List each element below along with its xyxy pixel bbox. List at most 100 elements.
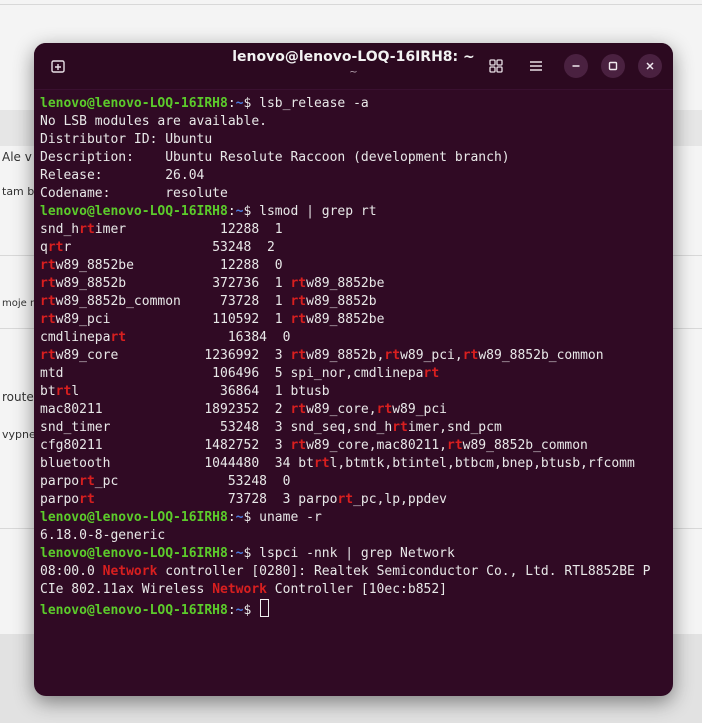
output-text: _pc,lp,ppdev (353, 492, 448, 507)
output-line: Description: Ubuntu Resolute Raccoon (de… (40, 149, 670, 167)
output-line: snd_hrtimer 12288 1 (40, 221, 670, 239)
grep-match: rt (40, 276, 56, 291)
grep-match: rt (40, 258, 56, 273)
output-text: 16384 0 (126, 330, 291, 345)
background-divider (0, 4, 702, 5)
title-bar[interactable]: lenovo@lenovo-LOQ-16IRH8: ~ ~ (34, 43, 673, 90)
output-text: bt (40, 384, 56, 399)
prompt-path: ~ (235, 546, 244, 561)
output-text: mac80211 1892352 2 (40, 402, 291, 417)
grep-match: Network (212, 582, 267, 597)
prompt-separator: : (227, 96, 236, 111)
output-text: w89_8852b_common (462, 438, 588, 453)
output-text: snd_timer 53248 3 snd_seq,snd_h (40, 420, 393, 435)
grep-match: rt (79, 474, 95, 489)
output-text: w89_pci (392, 402, 448, 417)
background-text: route (2, 390, 34, 404)
output-line: cmdlinepart 16384 0 (40, 329, 670, 347)
output-text: 08:00.0 (40, 564, 103, 579)
output-text: mtd 106496 5 spi_nor,cmdlinepa (40, 366, 424, 381)
output-line: cfg80211 1482752 3 rtw89_core,mac80211,r… (40, 437, 670, 455)
close-icon[interactable] (638, 54, 662, 78)
output-line: Codename: resolute (40, 185, 670, 203)
grep-match: rt (423, 366, 440, 381)
output-text: q (40, 240, 48, 255)
background-text: tam b (2, 185, 35, 198)
grep-match: rt (290, 312, 307, 327)
grep-match: rt (384, 348, 401, 363)
prompt-separator: : (227, 204, 236, 219)
output-line: btrtl 36864 1 btusb (40, 383, 670, 401)
grep-match: rt (290, 438, 307, 453)
output-line: snd_timer 53248 3 snd_seq,snd_hrtimer,sn… (40, 419, 670, 437)
grep-match: rt (290, 348, 307, 363)
output-line: 6.18.0-8-generic (40, 527, 670, 545)
grep-match: rt (313, 456, 330, 471)
output-line: bluetooth 1044480 34 btrtl,btmtk,btintel… (40, 455, 670, 473)
output-text: w89_8852b (306, 294, 377, 309)
grep-match: Network (102, 564, 158, 579)
output-text: Description: Ubuntu Resolute Raccoon (de… (40, 150, 510, 165)
prompt-line: lenovo@lenovo-LOQ-16IRH8:~$ (40, 599, 670, 618)
output-line: Release: 26.04 (40, 167, 670, 185)
prompt-path: ~ (235, 96, 244, 111)
grep-match: rt (110, 330, 127, 345)
output-line: mtd 106496 5 spi_nor,cmdlinepart (40, 365, 670, 383)
output-text: Release: 26.04 (40, 168, 205, 183)
output-text: parpo (40, 474, 80, 489)
output-line: 08:00.0 Network controller [0280]: Realt… (40, 563, 670, 581)
output-text: controller [0280]: Realtek Semiconductor… (157, 564, 651, 579)
output-text: cmdlinepa (40, 330, 111, 345)
output-text: w89_pci, (400, 348, 463, 363)
window-subtitle: ~ (349, 67, 358, 78)
output-text: imer 12288 1 (94, 222, 283, 237)
grep-match: rt (40, 348, 56, 363)
prompt-user: lenovo@lenovo-LOQ-16IRH8 (40, 603, 228, 618)
prompt-symbol: $ (243, 510, 260, 525)
grep-match: rt (79, 492, 95, 507)
hamburger-menu-icon[interactable] (524, 54, 548, 78)
prompt-symbol: $ (243, 96, 260, 111)
grep-match: rt (47, 240, 64, 255)
output-text: w89_pci 110592 1 (55, 312, 291, 327)
new-tab-icon[interactable] (46, 54, 70, 78)
grep-match: rt (290, 294, 307, 309)
output-text: 6.18.0-8-generic (40, 528, 166, 543)
prompt-user: lenovo@lenovo-LOQ-16IRH8 (40, 204, 228, 219)
output-text: CIe 802.11ax Wireless (40, 582, 213, 597)
output-line: mac80211 1892352 2 rtw89_core,rtw89_pci (40, 401, 670, 419)
output-text: w89_8852b 372736 1 (55, 276, 291, 291)
minimize-icon[interactable] (564, 54, 588, 78)
prompt-user: lenovo@lenovo-LOQ-16IRH8 (40, 510, 228, 525)
output-line: No LSB modules are available. (40, 113, 670, 131)
terminal-window[interactable]: lenovo@lenovo-LOQ-16IRH8: ~ ~ lenovo@len… (34, 43, 673, 696)
prompt-user: lenovo@lenovo-LOQ-16IRH8 (40, 546, 228, 561)
prompt-path: ~ (235, 510, 244, 525)
grep-match: rt (290, 402, 307, 417)
output-text: imer,snd_pcm (407, 420, 502, 435)
output-text: r 53248 2 (63, 240, 275, 255)
output-text: w89_8852b_common (478, 348, 604, 363)
output-line: Distributor ID: Ubuntu (40, 131, 670, 149)
prompt-path: ~ (235, 204, 244, 219)
grep-match: rt (392, 420, 408, 435)
prompt-symbol: $ (243, 603, 260, 618)
prompt-separator: : (227, 603, 236, 618)
output-text: lsmod | grep rt (259, 204, 377, 219)
output-text: w89_8852be (306, 276, 385, 291)
maximize-icon[interactable] (601, 54, 625, 78)
prompt-separator: : (227, 546, 236, 561)
output-text: l 36864 1 btusb (71, 384, 330, 399)
output-text: Distributor ID: Ubuntu (40, 132, 213, 147)
grid-view-icon[interactable] (484, 54, 508, 78)
output-text: Controller [10ec:b852] (266, 582, 447, 597)
grep-match: rt (376, 402, 393, 417)
terminal-output[interactable]: lenovo@lenovo-LOQ-16IRH8:~$ lsb_release … (40, 95, 670, 690)
output-line: rtw89_core 1236992 3 rtw89_8852b,rtw89_p… (40, 347, 670, 365)
grep-match: rt (40, 294, 56, 309)
prompt-line: lenovo@lenovo-LOQ-16IRH8:~$ lsb_release … (40, 95, 670, 113)
grep-match: rt (55, 384, 72, 399)
grep-match: rt (447, 438, 463, 453)
prompt-line: lenovo@lenovo-LOQ-16IRH8:~$ uname -r (40, 509, 670, 527)
grep-match: rt (462, 348, 479, 363)
